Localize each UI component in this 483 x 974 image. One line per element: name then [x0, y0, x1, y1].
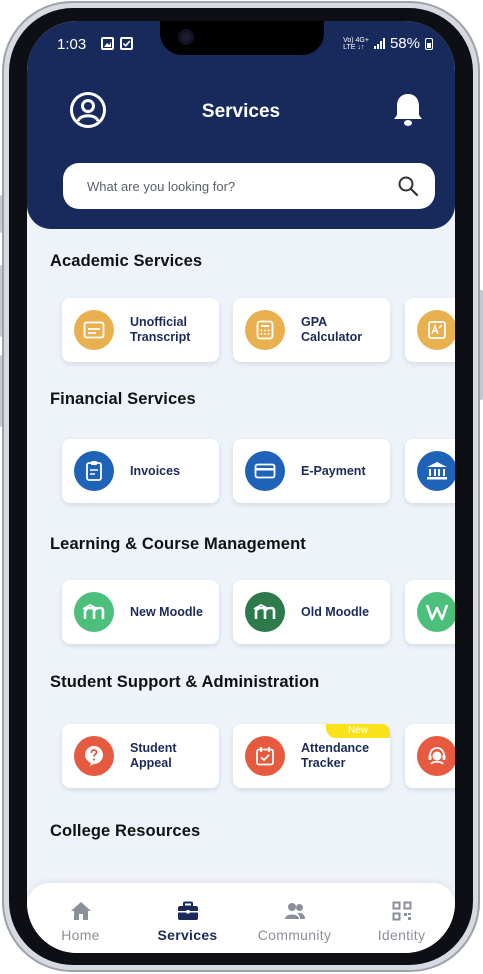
nav-item-home[interactable]: Home: [27, 901, 134, 943]
service-card-e-payment[interactable]: E-Payment: [233, 439, 390, 503]
service-card-support-agent[interactable]: [405, 724, 455, 788]
gallery-notification-icon: [101, 37, 114, 50]
status-system-icons: Vo) 4G+ LTE ↓↑ 58%: [343, 35, 433, 52]
card-label-line2: Appeal: [130, 756, 172, 770]
card-label-line2: Transcript: [130, 330, 191, 344]
people-icon: [284, 903, 305, 919]
transcript-icon: [74, 310, 114, 350]
financial-services-row: Invoices E-Payment: [62, 439, 455, 505]
card-label: Old Moodle: [301, 605, 369, 620]
card-label: E-Payment: [301, 464, 366, 479]
app-screen: 1:03 Vo) 4G+ LTE ↓↑ 58% Services What ar…: [27, 21, 455, 953]
signal-strength-icon: [373, 38, 385, 49]
briefcase-icon: [177, 901, 198, 920]
home-icon: [70, 902, 91, 920]
front-camera: [178, 29, 194, 45]
new-badge: New: [326, 724, 390, 738]
status-time: 1:03: [57, 36, 87, 53]
qr-code-icon: [392, 901, 411, 921]
search-icon[interactable]: [397, 175, 419, 197]
status-bar: 1:03 Vo) 4G+ LTE ↓↑ 58%: [27, 21, 455, 65]
card-label-line2: Calculator: [301, 330, 363, 344]
invoice-icon: [74, 451, 114, 491]
service-card-invoices[interactable]: Invoices: [62, 439, 219, 503]
academic-services-row: Unofficial Transcript GPA Calculator: [62, 298, 455, 364]
search-bar: [63, 163, 435, 209]
calendar-check-icon: [245, 736, 285, 776]
card-label-line1: E-Payment: [301, 463, 366, 478]
battery-percentage: 58%: [389, 35, 420, 52]
section-title-student-support-administration: Student Support & Administration: [50, 673, 320, 691]
learning-course-management-row: New Moodle Old Moodle: [62, 580, 455, 646]
app-header: 1:03 Vo) 4G+ LTE ↓↑ 58% Services What ar…: [27, 21, 455, 229]
nav-label-identity: Identity: [377, 927, 426, 943]
question-icon: [74, 736, 114, 776]
support-agent-icon: [417, 736, 455, 776]
search-input[interactable]: [63, 163, 397, 209]
check-notification-icon: [120, 37, 133, 50]
moodle-icon: [74, 592, 114, 632]
status-notification-icons: [101, 37, 133, 50]
certificate-icon: [417, 310, 455, 350]
phone-bezel: 1:03 Vo) 4G+ LTE ↓↑ 58% Services What ar…: [9, 8, 473, 965]
section-title-college-resources: College Resources: [50, 822, 201, 840]
nav-label-services: Services: [157, 927, 218, 943]
student-support-administration-row: Student Appeal New Attendance Tracker: [62, 724, 455, 790]
card-label-line1: New Moodle: [130, 604, 203, 619]
card-label: Unofficial Transcript: [130, 315, 190, 345]
service-card-certificate[interactable]: [405, 298, 455, 362]
network-label-top: Vo) 4G+: [343, 36, 369, 44]
card-label-line1: Attendance: [301, 741, 370, 755]
nav-label-home: Home: [61, 927, 100, 943]
card-label-line2: Tracker: [301, 756, 346, 770]
nav-item-community[interactable]: Community: [241, 901, 348, 943]
card-label-line1: Student: [130, 741, 177, 755]
calculator-icon: [245, 310, 285, 350]
section-title-financial-services: Financial Services: [50, 390, 196, 408]
card-label-line1: Unofficial: [130, 315, 187, 329]
nav-item-services[interactable]: Services: [134, 901, 241, 943]
notification-bell-icon[interactable]: [391, 91, 425, 129]
card-label-line1: Old Moodle: [301, 604, 370, 619]
service-card-new-moodle[interactable]: New Moodle: [62, 580, 219, 644]
battery-icon: [425, 37, 433, 50]
moodle-icon: [245, 592, 285, 632]
card-label-line1: Invoices: [130, 463, 181, 478]
service-card-bank[interactable]: [405, 439, 455, 503]
card-icon: [245, 451, 285, 491]
network-label-bottom: LTE ↓↑: [343, 43, 365, 51]
nav-label-community: Community: [257, 927, 332, 943]
service-card-student-appeal[interactable]: Student Appeal: [62, 724, 219, 788]
nav-item-identity[interactable]: Identity: [348, 901, 455, 943]
card-label: Attendance Tracker: [301, 741, 369, 771]
service-card-old-moodle[interactable]: Old Moodle: [233, 580, 390, 644]
service-card-gpa-calculator[interactable]: GPA Calculator: [233, 298, 390, 362]
bottom-navigation: Home Services Community Identity: [27, 883, 455, 953]
card-label: GPA Calculator: [301, 315, 362, 345]
service-card-attendance-tracker[interactable]: New Attendance Tracker: [233, 724, 390, 788]
card-label: Invoices: [130, 464, 180, 479]
phone-frame: 1:03 Vo) 4G+ LTE ↓↑ 58% Services What ar…: [2, 1, 480, 972]
w-letter-icon: [417, 592, 455, 632]
card-label: Student Appeal: [130, 741, 177, 771]
section-title-academic-services: Academic Services: [50, 252, 203, 270]
bank-icon: [417, 451, 455, 491]
network-type: Vo) 4G+ LTE ↓↑: [343, 37, 369, 51]
service-card-unofficial-transcript[interactable]: Unofficial Transcript: [62, 298, 219, 362]
card-label-line1: GPA: [301, 315, 328, 329]
section-title-learning-course-management: Learning & Course Management: [50, 535, 306, 553]
service-card-w-app[interactable]: [405, 580, 455, 644]
camera-notch: [160, 21, 324, 55]
card-label: New Moodle: [130, 605, 203, 620]
